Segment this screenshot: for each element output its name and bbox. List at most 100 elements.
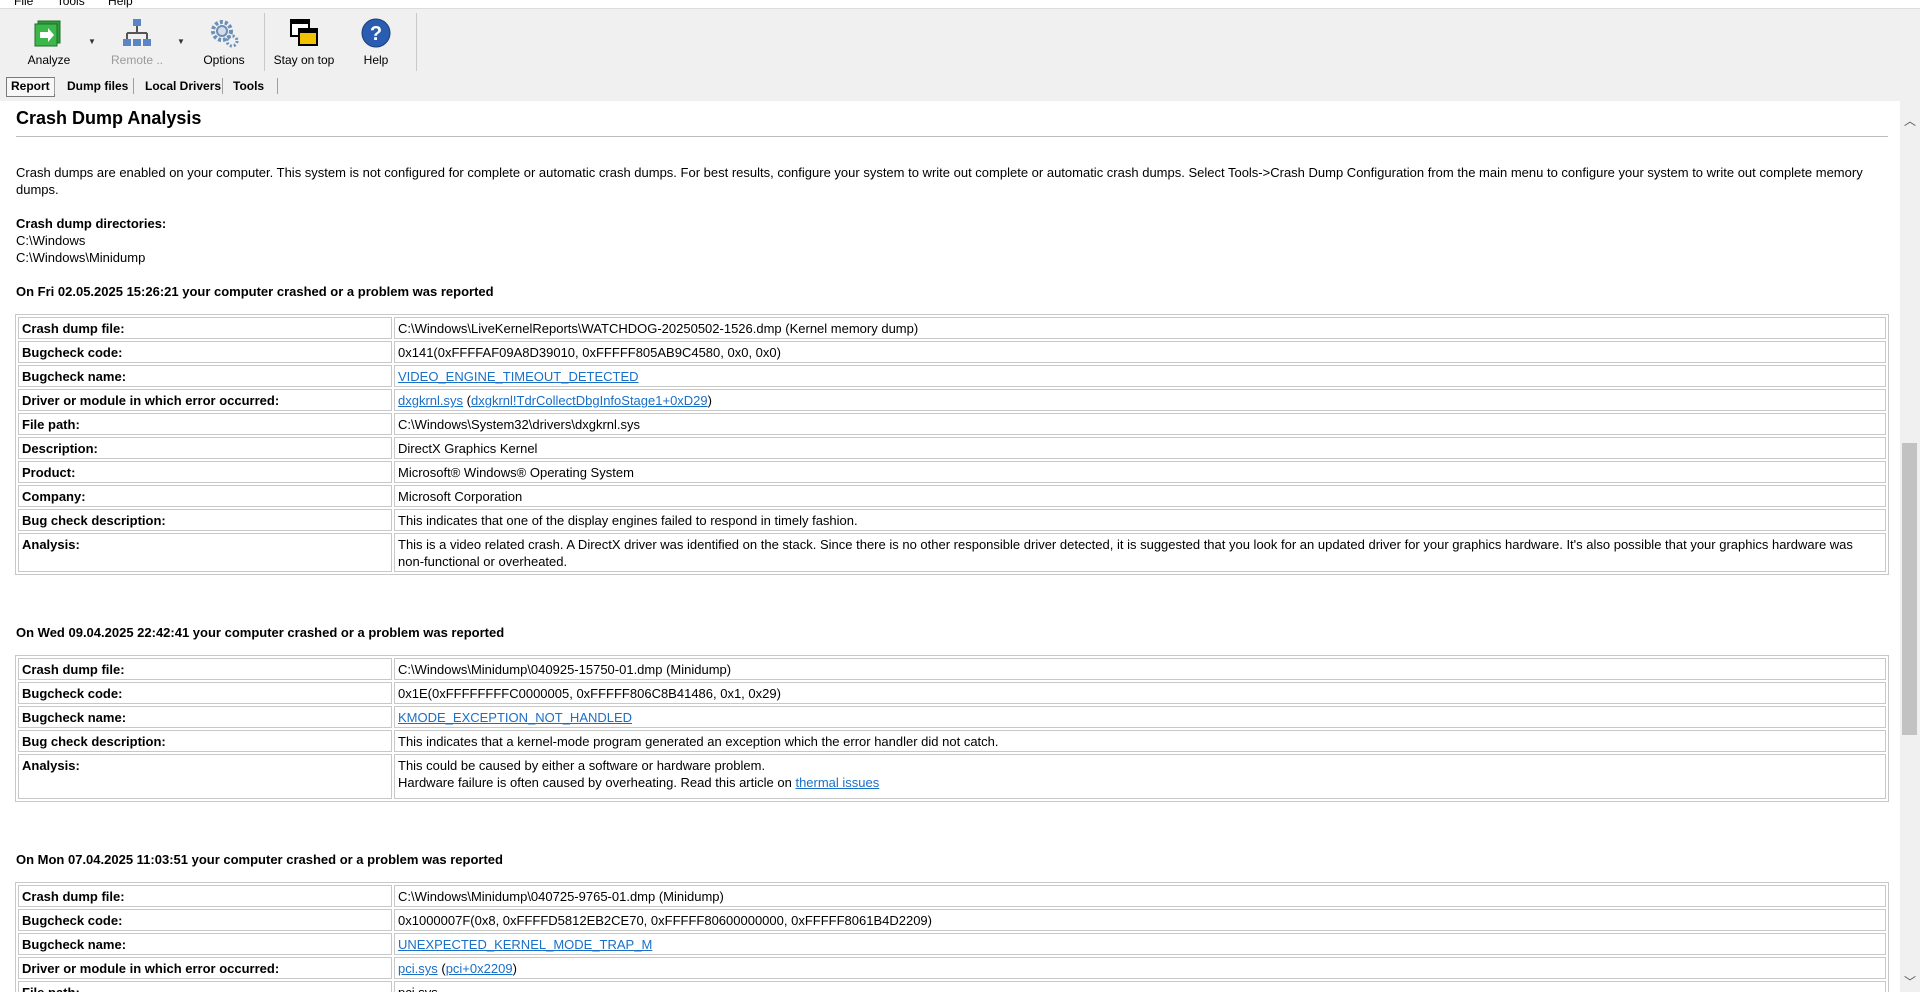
row-label: Driver or module in which error occurred…	[18, 957, 392, 979]
row-label: Company:	[18, 485, 392, 507]
paren-open: (	[463, 393, 471, 408]
remote-network-icon	[123, 19, 151, 46]
bugcheck-name-link[interactable]: VIDEO_ENGINE_TIMEOUT_DETECTED	[398, 369, 639, 384]
tab-local-drivers[interactable]: Local Drivers	[141, 77, 225, 95]
driver-symbol-link[interactable]: dxgkrnl!TdrCollectDbgInfoStage1+0xD29	[471, 393, 708, 408]
row-label: Bugcheck name:	[18, 706, 392, 728]
help-question-icon: ?	[361, 18, 391, 48]
crash-details-table: Crash dump file: C:\Windows\LiveKernelRep…	[15, 314, 1889, 575]
menu-help[interactable]: Help	[108, 0, 133, 8]
row-label: File path:	[18, 413, 392, 435]
vertical-scrollbar[interactable]: ︿ ﹀	[1900, 101, 1920, 992]
options-button[interactable]: Options	[200, 13, 248, 69]
bug-check-description-value: This indicates that one of the display e…	[394, 509, 1886, 531]
crash-dump-file-value: C:\Windows\Minidump\040725-9765-01.dmp (…	[394, 885, 1886, 907]
tab-separator	[277, 78, 278, 94]
bugcheck-name-cell: KMODE_EXCEPTION_NOT_HANDLED	[394, 706, 1886, 728]
row-label: File path:	[18, 981, 392, 992]
toolbar: Analyze ▼ Remote .. ▼ Options Stay on to…	[0, 9, 1920, 73]
driver-cell: dxgkrnl.sys (dxgkrnl!TdrCollectDbgInfoSt…	[394, 389, 1886, 411]
table-row: Crash dump file: C:\Windows\Minidump\0409…	[18, 658, 1886, 680]
scroll-up-icon[interactable]: ︿	[1900, 111, 1920, 131]
file-path-value: C:\Windows\System32\drivers\dxgkrnl.sys	[394, 413, 1886, 435]
row-label: Crash dump file:	[18, 317, 392, 339]
analysis-line: This could be caused by either a softwar…	[398, 758, 766, 773]
row-label: Crash dump file:	[18, 658, 392, 680]
table-row: Bugcheck code: 0x1E(0xFFFFFFFFC0000005, 0…	[18, 682, 1886, 704]
crash-title: On Fri 02.05.2025 15:26:21 your computer…	[16, 284, 494, 299]
table-row: Crash dump file: C:\Windows\LiveKernelRep…	[18, 317, 1886, 339]
menu-file[interactable]: File	[14, 0, 33, 8]
product-value: Microsoft® Windows® Operating System	[394, 461, 1886, 483]
stay-on-top-windows-icon	[290, 19, 318, 46]
dirs-label: Crash dump directories:	[16, 216, 167, 231]
table-row: Bug check description: This indicates tha…	[18, 730, 1886, 752]
svg-text:?: ?	[370, 23, 382, 45]
crash-title: On Wed 09.04.2025 22:42:41 your computer…	[16, 625, 505, 640]
scroll-down-icon[interactable]: ﹀	[1900, 972, 1920, 992]
driver-link[interactable]: dxgkrnl.sys	[398, 393, 463, 408]
driver-cell: pci.sys (pci+0x2209)	[394, 957, 1886, 979]
analyze-arrow-icon	[34, 20, 61, 47]
row-label: Product:	[18, 461, 392, 483]
menu-bar: File Tools Help	[0, 0, 1920, 9]
analyze-button[interactable]: Analyze	[24, 13, 74, 69]
row-label: Bug check description:	[18, 730, 392, 752]
table-row: Description: DirectX Graphics Kernel	[18, 437, 1886, 459]
table-row: File path:pci.sys	[18, 981, 1886, 992]
table-row: Crash dump file: C:\Windows\Minidump\0407…	[18, 885, 1886, 907]
stay-on-top-button[interactable]: Stay on top	[272, 13, 336, 69]
driver-symbol-link[interactable]: pci+0x2209	[446, 961, 513, 976]
report-content: Crash Dump Analysis Crash dumps are enab…	[15, 101, 1889, 992]
tab-separator	[133, 78, 134, 94]
driver-link[interactable]: pci.sys	[398, 961, 438, 976]
toolbar-separator	[264, 13, 265, 71]
crash-details-table: Crash dump file: C:\Windows\Minidump\0407…	[15, 882, 1889, 992]
page-title: Crash Dump Analysis	[16, 101, 1888, 137]
table-row: Bugcheck name: KMODE_EXCEPTION_NOT_HANDLE…	[18, 706, 1886, 728]
bugcheck-name-link[interactable]: UNEXPECTED_KERNEL_MODE_TRAP_M	[398, 937, 652, 952]
scrollbar-thumb[interactable]	[1902, 443, 1917, 735]
table-row: Driver or module in which error occurred…	[18, 389, 1886, 411]
table-row: Analysis: This could be caused by either …	[18, 754, 1886, 799]
remote-button[interactable]: Remote ..	[110, 13, 164, 69]
bugcheck-name-cell: UNEXPECTED_KERNEL_MODE_TRAP_M	[394, 933, 1886, 955]
row-label: Bugcheck code:	[18, 341, 392, 363]
crash-title: On Mon 07.04.2025 11:03:51 your computer…	[16, 852, 503, 867]
remote-dropdown-icon[interactable]: ▼	[177, 37, 185, 46]
row-label: Bugcheck code:	[18, 909, 392, 931]
row-label: Bugcheck name:	[18, 933, 392, 955]
options-gear-icon	[211, 20, 239, 48]
table-row: Bugcheck code: 0x141(0xFFFFAF09A8D39010, …	[18, 341, 1886, 363]
analysis-line: Hardware failure is often caused by over…	[398, 774, 1882, 791]
bugcheck-code-value: 0x1E(0xFFFFFFFFC0000005, 0xFFFFF806C8B41…	[394, 682, 1886, 704]
bugcheck-code-value: 0x141(0xFFFFAF09A8D39010, 0xFFFFF805AB9C…	[394, 341, 1886, 363]
analysis-text: Hardware failure is often caused by over…	[398, 775, 796, 790]
row-label: Description:	[18, 437, 392, 459]
crash-dump-file-value: C:\Windows\Minidump\040925-15750-01.dmp …	[394, 658, 1886, 680]
analyze-dropdown-icon[interactable]: ▼	[88, 37, 96, 46]
crash-details-table: Crash dump file: C:\Windows\Minidump\0409…	[15, 655, 1889, 802]
thermal-issues-link[interactable]: thermal issues	[795, 775, 879, 790]
table-row: Bugcheck code: 0x1000007F(0x8, 0xFFFFD581…	[18, 909, 1886, 931]
help-button[interactable]: ? Help	[356, 13, 396, 69]
tab-tools[interactable]: Tools	[229, 77, 268, 95]
tab-report[interactable]: Report	[6, 77, 55, 97]
bugcheck-name-link[interactable]: KMODE_EXCEPTION_NOT_HANDLED	[398, 710, 632, 725]
row-label: Bugcheck code:	[18, 682, 392, 704]
table-row: Product: Microsoft® Windows® Operating Sy…	[18, 461, 1886, 483]
dir-item: C:\Windows\Minidump	[16, 250, 146, 265]
file-path-value: pci.sys	[394, 981, 1886, 992]
analysis-value: This is a video related crash. A DirectX…	[394, 533, 1886, 572]
menu-tools[interactable]: Tools	[57, 0, 85, 8]
tab-separator	[54, 78, 55, 94]
row-label: Analysis:	[18, 533, 392, 572]
table-row: Bugcheck name: UNEXPECTED_KERNEL_MODE_TRA…	[18, 933, 1886, 955]
bug-check-description-value: This indicates that a kernel-mode progra…	[394, 730, 1886, 752]
paren-close: )	[512, 961, 517, 976]
paren-close: )	[707, 393, 712, 408]
table-row: Bugcheck name: VIDEO_ENGINE_TIMEOUT_DETEC…	[18, 365, 1886, 387]
report-view[interactable]: Crash Dump Analysis Crash dumps are enab…	[0, 101, 1900, 992]
table-row: Bug check description: This indicates tha…	[18, 509, 1886, 531]
tab-dump-files[interactable]: Dump files	[63, 77, 132, 95]
